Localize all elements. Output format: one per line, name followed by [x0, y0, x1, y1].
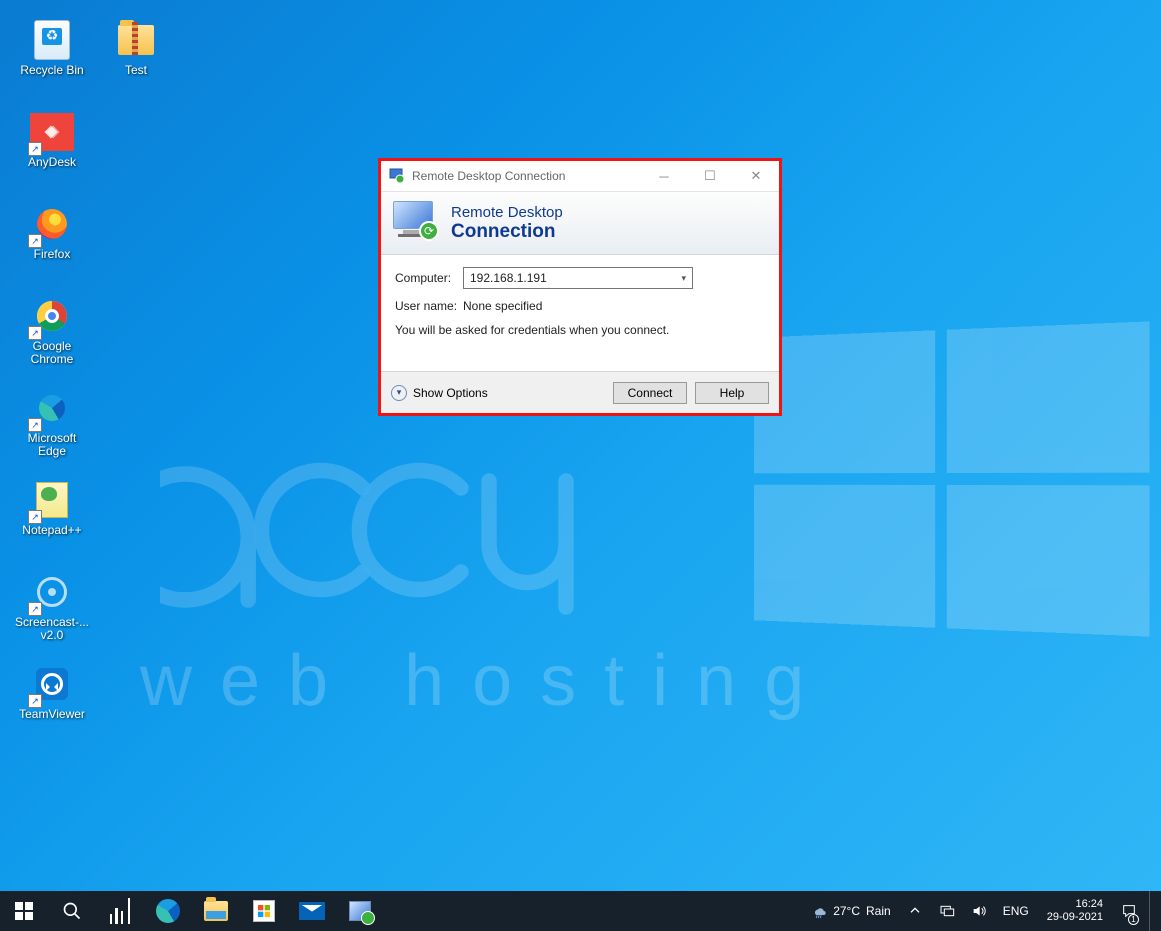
- desktop-icon-microsoft-edge[interactable]: ↗ Microsoft Edge: [12, 386, 92, 464]
- help-button[interactable]: Help: [695, 382, 769, 404]
- desktop-icon-test-folder[interactable]: Test: [96, 18, 176, 96]
- start-button[interactable]: [0, 891, 48, 931]
- clock-date: 29-09-2021: [1047, 911, 1103, 924]
- taskbar-app-store[interactable]: [240, 891, 288, 931]
- connect-button[interactable]: Connect: [613, 382, 687, 404]
- desktop-icon-label: Google Chrome: [12, 340, 92, 366]
- desktop-icon-google-chrome[interactable]: ↗ Google Chrome: [12, 294, 92, 372]
- system-tray: 27°C Rain ENG 16:24 29-09-2021 1: [807, 891, 1161, 931]
- computer-combobox[interactable]: 192.168.1.191 ▾: [463, 267, 693, 289]
- folder-icon: [118, 25, 154, 55]
- banner-line2: Connection: [451, 221, 563, 243]
- desktop-icon-label: AnyDesk: [28, 156, 76, 169]
- desktop-icon-label: Test: [125, 64, 147, 77]
- language-indicator[interactable]: ENG: [999, 904, 1033, 918]
- taskbar: 27°C Rain ENG 16:24 29-09-2021 1: [0, 891, 1161, 931]
- task-view-button[interactable]: [96, 891, 144, 931]
- banner-line1: Remote Desktop: [451, 204, 563, 221]
- computer-value: 192.168.1.191: [470, 271, 547, 285]
- watermark-accu: [160, 400, 580, 660]
- desktop-icon-recycle-bin[interactable]: Recycle Bin: [12, 18, 92, 96]
- action-center-button[interactable]: 1: [1117, 891, 1141, 931]
- weather-condition: Rain: [866, 904, 891, 918]
- desktop-icon-teamviewer[interactable]: ↗ TeamViewer: [12, 662, 92, 740]
- taskbar-app-file-explorer[interactable]: [192, 891, 240, 931]
- chevron-down-icon: ▾: [681, 273, 686, 284]
- desktop-icon-label: Notepad++: [22, 524, 81, 537]
- minimize-button[interactable]: ─: [641, 162, 687, 191]
- weather-temp: 27°C: [833, 904, 860, 918]
- ms-store-icon: [253, 900, 275, 922]
- rdc-banner-icon: ⟳: [393, 201, 441, 245]
- shortcut-overlay-icon: ↗: [28, 326, 42, 340]
- dialog-title: Remote Desktop Connection: [412, 169, 641, 183]
- dialog-footer: ▾ Show Options Connect Help: [381, 371, 779, 413]
- show-desktop-peek[interactable]: [1149, 891, 1155, 931]
- taskbar-app-mail[interactable]: [288, 891, 336, 931]
- shortcut-overlay-icon: ↗: [28, 142, 42, 156]
- show-options-toggle[interactable]: ▾ Show Options: [391, 385, 488, 401]
- dialog-banner: ⟳ Remote Desktop Connection: [381, 191, 779, 255]
- weather-widget[interactable]: 27°C Rain: [807, 903, 895, 919]
- taskbar-clock[interactable]: 16:24 29-09-2021: [1041, 898, 1109, 923]
- desktop-icon-label: Microsoft Edge: [12, 432, 92, 458]
- remote-desktop-dialog: Remote Desktop Connection ─ ☐ ✕ ⟳ Remote…: [378, 158, 782, 416]
- desktop-icon-label: TeamViewer: [19, 708, 85, 721]
- shortcut-overlay-icon: ↗: [28, 234, 42, 248]
- shortcut-overlay-icon: ↗: [28, 694, 42, 708]
- rdc-taskbar-icon: [349, 901, 371, 921]
- desktop-icon-firefox[interactable]: ↗ Firefox: [12, 202, 92, 280]
- computer-label: Computer:: [395, 271, 463, 285]
- chevron-down-icon: ▾: [391, 385, 407, 401]
- shortcut-overlay-icon: ↗: [28, 602, 42, 616]
- weather-icon: [811, 903, 827, 919]
- mail-icon: [299, 902, 325, 920]
- desktop-icon-label: Recycle Bin: [20, 64, 83, 77]
- desktop-icon-screencast[interactable]: ↗ Screencast-... v2.0: [12, 570, 92, 648]
- shortcut-overlay-icon: ↗: [28, 418, 42, 432]
- notification-badge: 1: [1128, 914, 1139, 925]
- desktop-icon-label: Firefox: [34, 248, 71, 261]
- credentials-note: You will be asked for credentials when y…: [395, 323, 765, 337]
- desktop-icon-anydesk[interactable]: ↗ AnyDesk: [12, 110, 92, 188]
- file-explorer-icon: [204, 901, 228, 921]
- username-value: None specified: [463, 299, 542, 313]
- show-options-label: Show Options: [413, 386, 488, 400]
- watermark-web-hosting: web hosting: [140, 640, 832, 722]
- rdc-title-icon: [389, 168, 405, 184]
- clock-time: 16:24: [1075, 898, 1103, 911]
- desktop-icons-col2: Test: [96, 18, 176, 110]
- tray-network-icon[interactable]: [935, 903, 959, 919]
- taskbar-app-edge[interactable]: [144, 891, 192, 931]
- dialog-body: Computer: 192.168.1.191 ▾ User name: Non…: [381, 255, 779, 343]
- desktop-icons-col1: Recycle Bin ↗ AnyDesk ↗ Firefox ↗ Google…: [12, 18, 92, 754]
- desktop[interactable]: web hosting Recycle Bin ↗ AnyDesk ↗ Fire…: [0, 0, 1161, 891]
- desktop-icon-label: Screencast-... v2.0: [12, 616, 92, 642]
- username-label: User name:: [395, 299, 463, 313]
- tray-overflow-button[interactable]: [903, 903, 927, 919]
- windows-logo-watermark: [754, 321, 1149, 636]
- dialog-titlebar[interactable]: Remote Desktop Connection ─ ☐ ✕: [381, 161, 779, 191]
- recycle-bin-icon: [34, 20, 70, 60]
- edge-icon: [39, 395, 65, 421]
- maximize-button[interactable]: ☐: [687, 162, 733, 191]
- desktop-icon-notepad-plus-plus[interactable]: ↗ Notepad++: [12, 478, 92, 556]
- close-button[interactable]: ✕: [733, 162, 779, 191]
- taskbar-app-remote-desktop[interactable]: [336, 891, 384, 931]
- tray-volume-icon[interactable]: [967, 903, 991, 919]
- shortcut-overlay-icon: ↗: [28, 510, 42, 524]
- search-button[interactable]: [48, 891, 96, 931]
